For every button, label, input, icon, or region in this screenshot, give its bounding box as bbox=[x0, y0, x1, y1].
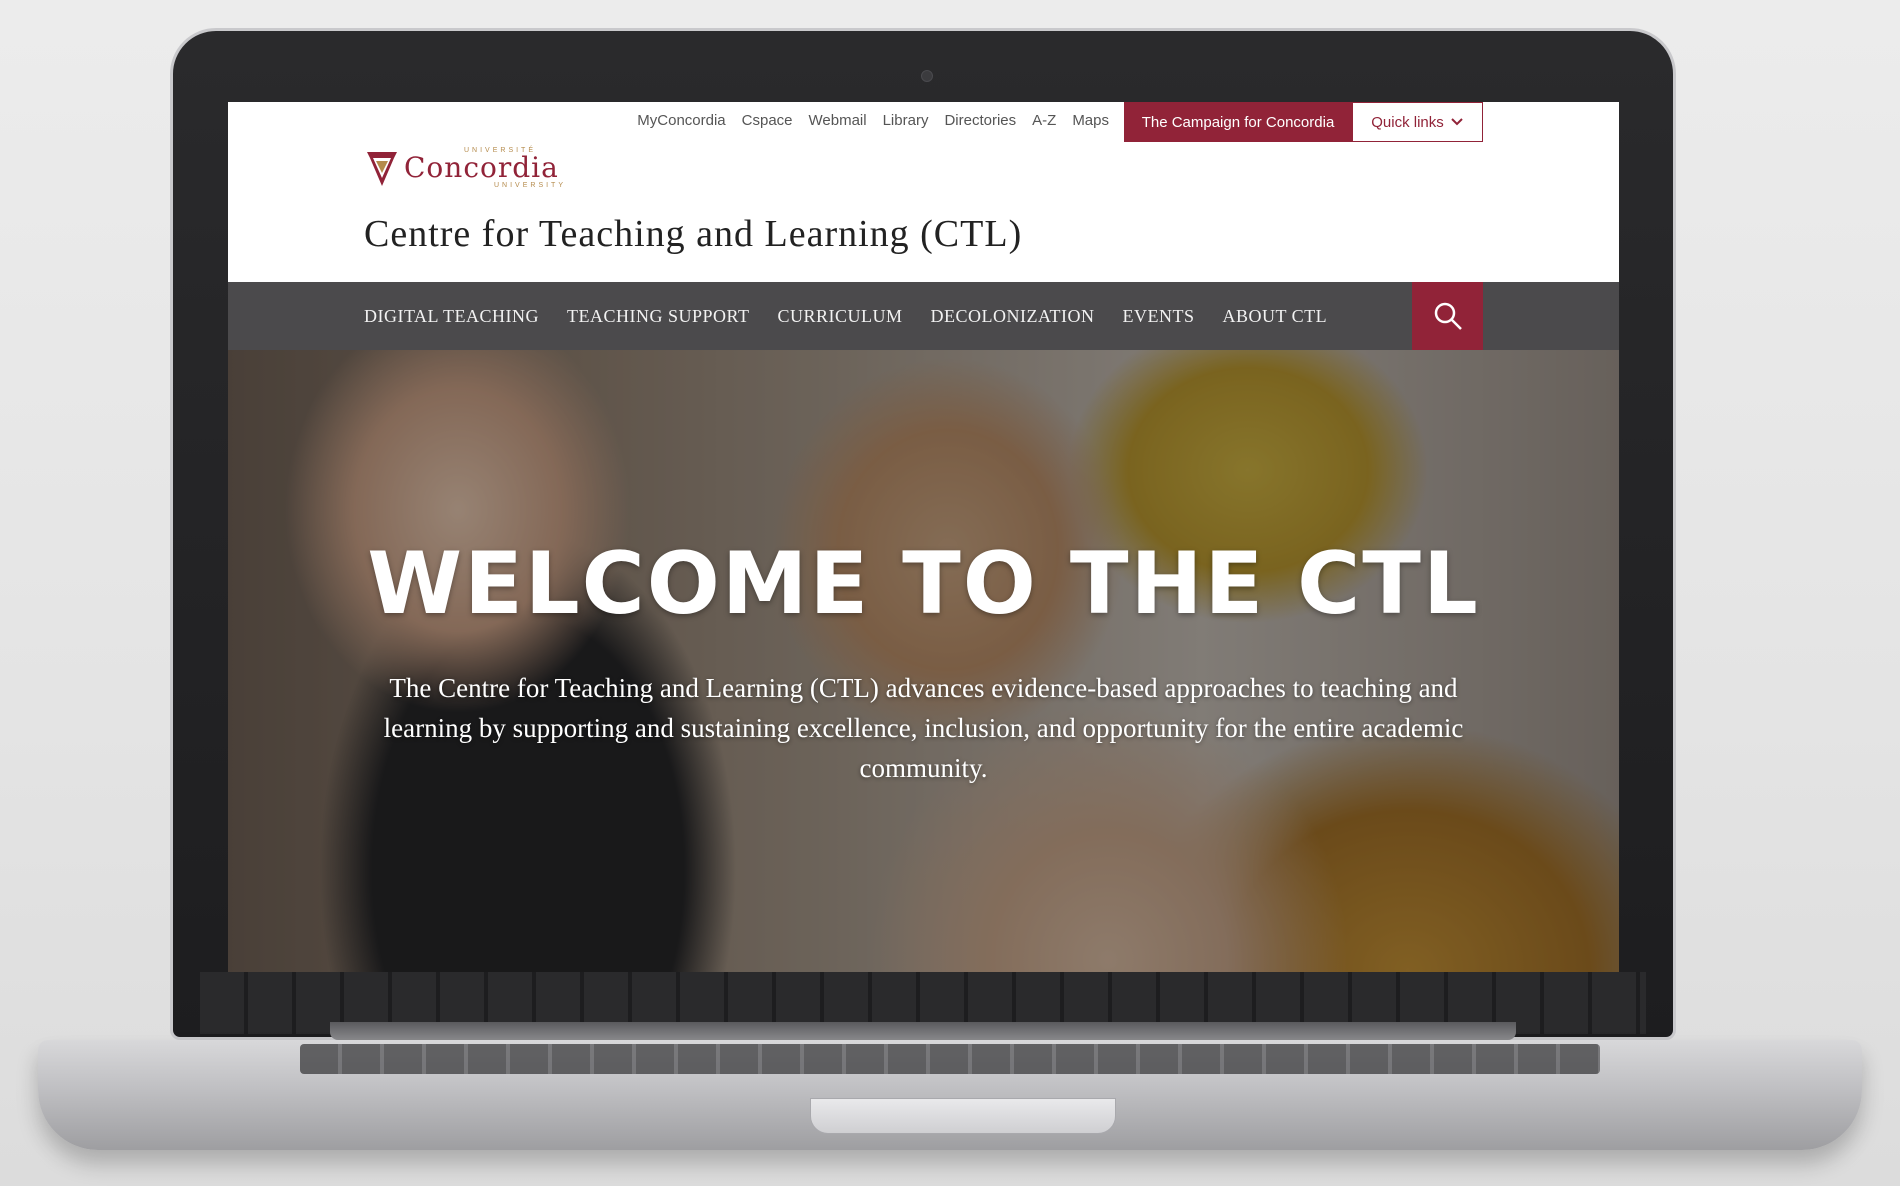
utility-link-library[interactable]: Library bbox=[883, 112, 929, 129]
utility-link-cspace[interactable]: Cspace bbox=[742, 112, 793, 129]
concordia-crest-icon bbox=[367, 152, 397, 186]
utility-link-directories[interactable]: Directories bbox=[944, 112, 1016, 129]
hero-banner: WELCOME TO THE CTL The Centre for Teachi… bbox=[228, 350, 1619, 972]
nav-item-teaching-support[interactable]: TEACHING SUPPORT bbox=[567, 306, 749, 327]
chevron-down-icon bbox=[1451, 118, 1463, 126]
utility-link-webmail[interactable]: Webmail bbox=[809, 112, 867, 129]
nav-item-about-ctl[interactable]: ABOUT CTL bbox=[1222, 306, 1327, 327]
utility-links: MyConcordia Cspace Webmail Library Direc… bbox=[637, 112, 1109, 129]
laptop-notch bbox=[810, 1098, 1116, 1134]
concordia-logo[interactable]: UNIVERSITÉ Concordia UNIVERSITY bbox=[364, 146, 566, 190]
logo-bottom-text: UNIVERSITY bbox=[494, 182, 567, 189]
hero-title: WELCOME TO THE CTL bbox=[367, 534, 1480, 634]
nav-item-curriculum[interactable]: CURRICULUM bbox=[777, 306, 902, 327]
hero-overlay bbox=[228, 350, 1619, 972]
logo-word: Concordia bbox=[404, 151, 559, 184]
nav-items: DIGITAL TEACHING TEACHING SUPPORT CURRIC… bbox=[364, 282, 1327, 350]
campaign-button[interactable]: The Campaign for Concordia bbox=[1124, 102, 1352, 142]
search-button[interactable] bbox=[1412, 282, 1483, 350]
search-icon bbox=[1434, 302, 1462, 330]
webcam bbox=[921, 70, 933, 82]
laptop-hinge bbox=[330, 1022, 1516, 1040]
utility-link-maps[interactable]: Maps bbox=[1072, 112, 1109, 129]
laptop-keys bbox=[300, 1044, 1600, 1074]
quick-links-label: Quick links bbox=[1371, 113, 1444, 131]
quick-links-button[interactable]: Quick links bbox=[1352, 102, 1483, 142]
laptop-screen: MyConcordia Cspace Webmail Library Direc… bbox=[228, 102, 1619, 972]
main-nav: DIGITAL TEACHING TEACHING SUPPORT CURRIC… bbox=[228, 282, 1619, 350]
utility-link-a-z[interactable]: A-Z bbox=[1032, 112, 1056, 129]
site-title[interactable]: Centre for Teaching and Learning (CTL) bbox=[364, 212, 1022, 256]
nav-item-events[interactable]: EVENTS bbox=[1122, 306, 1194, 327]
campaign-label: The Campaign for Concordia bbox=[1141, 113, 1335, 131]
utility-link-myconcordia[interactable]: MyConcordia bbox=[637, 112, 725, 129]
utility-bar: MyConcordia Cspace Webmail Library Direc… bbox=[228, 102, 1619, 144]
hero-description: The Centre for Teaching and Learning (CT… bbox=[383, 673, 1464, 783]
nav-item-decolonization[interactable]: DECOLONIZATION bbox=[930, 306, 1094, 327]
nav-item-digital-teaching[interactable]: DIGITAL TEACHING bbox=[364, 306, 539, 327]
logo-wordmark: UNIVERSITÉ Concordia UNIVERSITY bbox=[404, 147, 566, 189]
